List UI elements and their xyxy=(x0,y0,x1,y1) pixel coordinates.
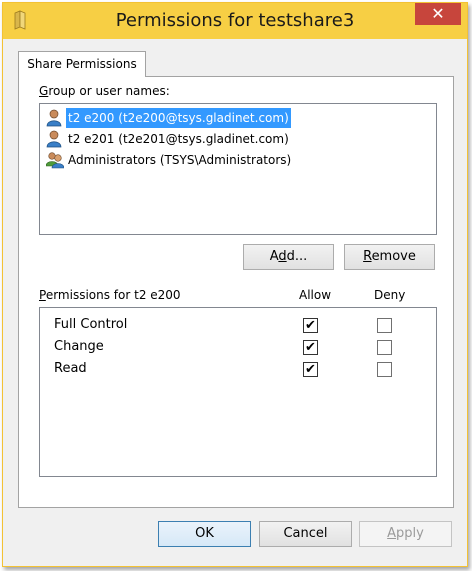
tab-label: Share Permissions xyxy=(27,57,137,71)
user-icon xyxy=(46,130,62,148)
title-bar[interactable]: Permissions for testshare3 ✕ xyxy=(3,3,467,39)
permission-name: Change xyxy=(54,339,104,354)
permissions-label-text: ermissions for t2 e200 xyxy=(45,288,181,302)
permissions-for-label: Permissions for t2 e200 xyxy=(39,288,181,302)
user-icon xyxy=(46,109,62,127)
cancel-button[interactable]: Cancel xyxy=(259,521,352,547)
ok-button[interactable]: OK xyxy=(158,521,251,547)
list-item[interactable]: t2 e200 (t2e200@tsys.gladinet.com) xyxy=(44,108,434,128)
permission-name: Read xyxy=(54,361,87,376)
allow-column-header: Allow xyxy=(299,288,332,302)
add-label-post: d... xyxy=(286,249,308,264)
deny-checkbox[interactable] xyxy=(377,340,392,355)
permissions-label-accel: P xyxy=(39,288,46,302)
permission-row: Read ✔ xyxy=(40,358,436,380)
list-item[interactable]: Administrators (TSYS\Administrators) xyxy=(44,150,434,170)
group-label-text: roup or user names: xyxy=(48,84,170,98)
user-list[interactable]: t2 e200 (t2e200@tsys.gladinet.com) t2 e2… xyxy=(39,103,437,235)
remove-label-accel: R xyxy=(363,249,372,264)
allow-checkbox[interactable]: ✔ xyxy=(303,340,318,355)
tab-panel: Group or user names: t2 e200 (t2e200@tsy… xyxy=(18,76,454,508)
deny-checkbox[interactable] xyxy=(377,318,392,333)
add-button[interactable]: Add... xyxy=(243,244,334,270)
allow-checkbox[interactable]: ✔ xyxy=(303,318,318,333)
permission-row: Full Control ✔ xyxy=(40,314,436,336)
apply-button[interactable]: Apply xyxy=(359,521,452,547)
deny-checkbox[interactable] xyxy=(377,362,392,377)
group-icon xyxy=(46,152,64,169)
permission-row: Change ✔ xyxy=(40,336,436,358)
group-label-accel: G xyxy=(39,84,49,98)
window-title: Permissions for testshare3 xyxy=(115,10,355,31)
add-label-accel: d xyxy=(278,249,287,264)
close-button[interactable]: ✕ xyxy=(415,3,461,25)
user-name: Administrators (TSYS\Administrators) xyxy=(68,153,292,167)
allow-checkbox[interactable]: ✔ xyxy=(303,362,318,377)
remove-button[interactable]: Remove xyxy=(344,244,435,270)
apply-label-post: pply xyxy=(396,526,424,541)
group-or-user-names-label: Group or user names: xyxy=(39,84,170,98)
deny-column-header: Deny xyxy=(374,288,406,302)
user-name: t2 e200 (t2e200@tsys.gladinet.com) xyxy=(66,108,291,128)
user-name: t2 e201 (t2e201@tsys.gladinet.com) xyxy=(68,132,289,146)
close-icon: ✕ xyxy=(431,4,445,23)
tab-share-permissions[interactable]: Share Permissions xyxy=(18,51,146,77)
permissions-list: Full Control ✔ Change ✔ Read ✔ xyxy=(39,307,437,477)
apply-label-accel: A xyxy=(387,526,397,541)
remove-label-post: emove xyxy=(371,249,416,264)
permission-name: Full Control xyxy=(54,317,128,332)
list-item[interactable]: t2 e201 (t2e201@tsys.gladinet.com) xyxy=(44,129,434,149)
permissions-dialog: Permissions for testshare3 ✕ Share Permi… xyxy=(2,2,468,567)
